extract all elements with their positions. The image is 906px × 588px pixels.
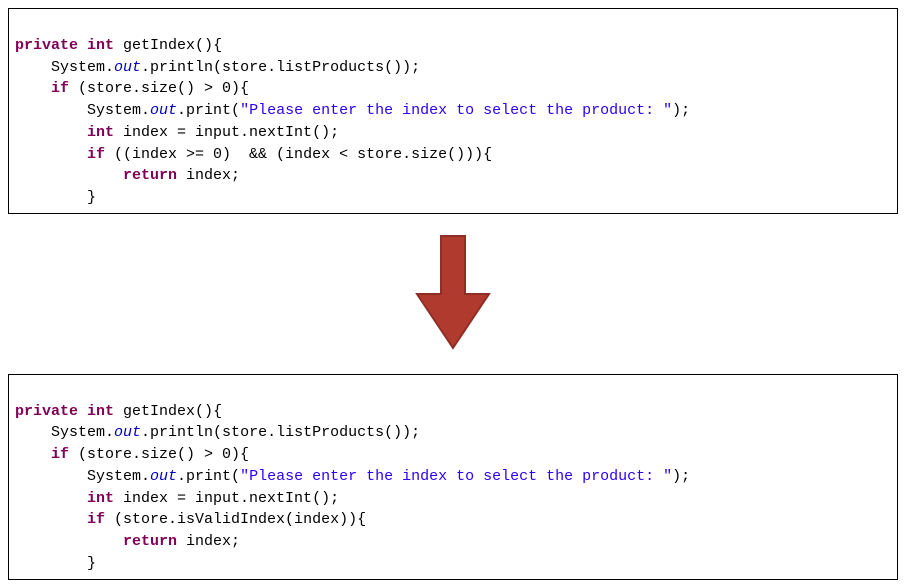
field-out: out <box>150 468 177 485</box>
keyword-if: if <box>51 446 69 463</box>
code-text <box>15 167 123 184</box>
code-text <box>15 446 51 463</box>
code-text: System. <box>15 102 150 119</box>
code-text <box>15 490 87 507</box>
code-text: .println(store.listProducts()); <box>141 59 420 76</box>
code-text <box>15 124 87 141</box>
keyword-private: private <box>15 37 78 54</box>
field-out: out <box>114 59 141 76</box>
code-text: index = input.nextInt(); <box>114 490 339 507</box>
code-text: (store.size() > 0){ <box>69 80 249 97</box>
code-text <box>15 511 87 528</box>
code-text <box>15 146 87 163</box>
code-text: ((index >= 0) && (index < store.size()))… <box>105 146 492 163</box>
code-text: index; <box>177 167 240 184</box>
arrow-container <box>8 214 898 374</box>
keyword-int: int <box>87 124 114 141</box>
code-text: System. <box>15 424 114 441</box>
code-text: (store.size() > 0){ <box>69 446 249 463</box>
code-before: private int getIndex(){ System.out.print… <box>8 8 898 214</box>
field-out: out <box>114 424 141 441</box>
code-text: index = input.nextInt(); <box>114 124 339 141</box>
string-literal: "Please enter the index to select the pr… <box>240 468 672 485</box>
keyword-int: int <box>87 403 114 420</box>
code-after: private int getIndex(){ System.out.print… <box>8 374 898 580</box>
code-text: .print( <box>177 468 240 485</box>
string-literal: "Please enter the index to select the pr… <box>240 102 672 119</box>
code-text: getIndex(){ <box>114 403 222 420</box>
keyword-return: return <box>123 167 177 184</box>
keyword-return: return <box>123 533 177 550</box>
code-text: .println(store.listProducts()); <box>141 424 420 441</box>
code-text: System. <box>15 468 150 485</box>
code-text: getIndex(){ <box>114 37 222 54</box>
keyword-if: if <box>87 511 105 528</box>
code-text: } <box>15 189 96 206</box>
code-text: .print( <box>177 102 240 119</box>
code-text: System. <box>15 59 114 76</box>
code-text: ); <box>672 102 690 119</box>
down-arrow-icon <box>413 232 493 352</box>
code-text: index; <box>177 533 240 550</box>
keyword-int: int <box>87 490 114 507</box>
arrow-path <box>417 236 489 348</box>
keyword-int: int <box>87 37 114 54</box>
keyword-if: if <box>51 80 69 97</box>
field-out: out <box>150 102 177 119</box>
keyword-private: private <box>15 403 78 420</box>
keyword-if: if <box>87 146 105 163</box>
code-text: (store.isValidIndex(index)){ <box>105 511 366 528</box>
code-text: ); <box>672 468 690 485</box>
code-text <box>15 80 51 97</box>
code-text <box>15 533 123 550</box>
code-text: } <box>15 555 96 572</box>
